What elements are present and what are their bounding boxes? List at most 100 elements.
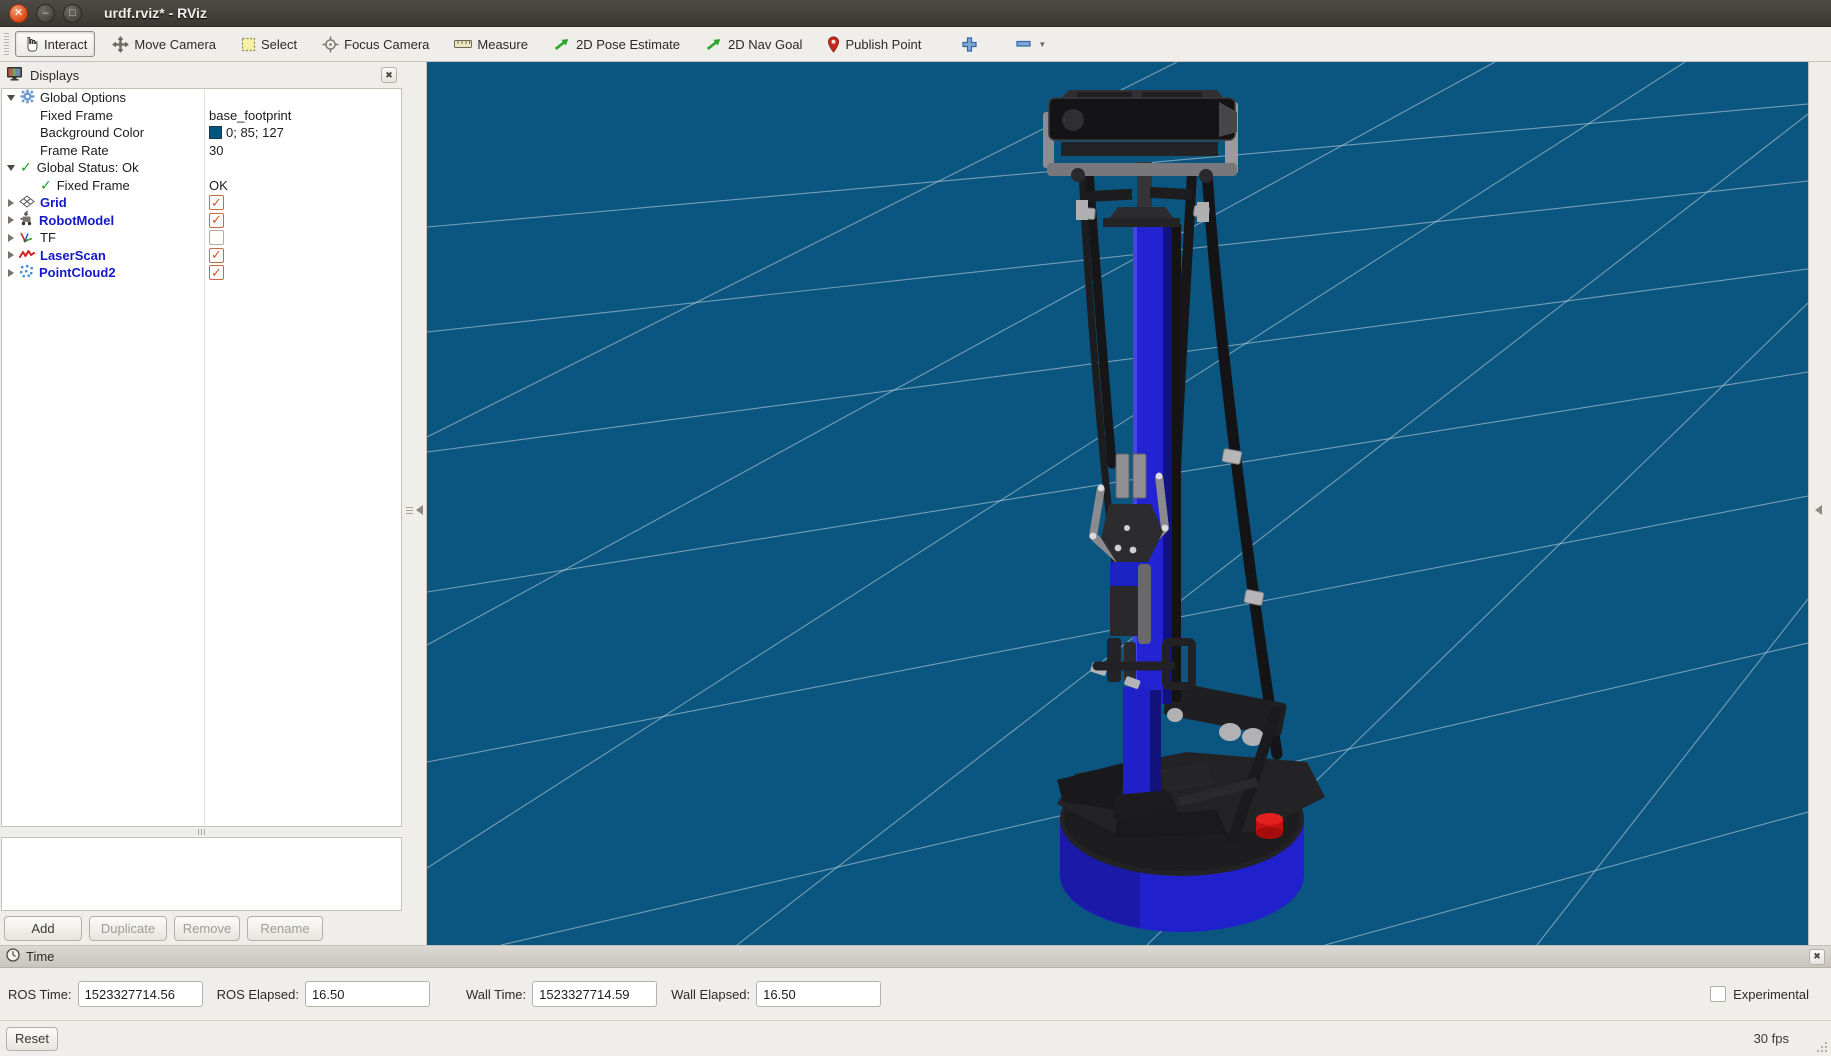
panel-splitter-handle[interactable] bbox=[0, 827, 403, 837]
monitor-icon bbox=[6, 66, 23, 84]
tree-row-fixed-frame-status[interactable]: ✓ Fixed Frame OK bbox=[2, 177, 401, 195]
pointcloud-icon bbox=[19, 264, 34, 281]
window-titlebar: ✕ – □ urdf.rviz* - RViz bbox=[0, 0, 1831, 27]
fixed-frame-status-value: OK bbox=[209, 178, 228, 193]
expander-closed-icon[interactable] bbox=[8, 251, 14, 259]
ros-elapsed-label: ROS Elapsed: bbox=[217, 987, 299, 1002]
fixed-frame-value[interactable]: base_footprint bbox=[209, 108, 291, 123]
experimental-checkbox[interactable] bbox=[1710, 986, 1726, 1002]
expander-open-icon[interactable] bbox=[7, 95, 15, 101]
tree-row-fixed-frame[interactable]: Fixed Frame base_footprint bbox=[2, 107, 401, 125]
displays-button-row: Add Duplicate Remove Rename bbox=[0, 911, 403, 945]
green-arrow-icon bbox=[705, 36, 723, 52]
robot-icon bbox=[19, 211, 34, 229]
toolbar-drag-handle[interactable] bbox=[4, 33, 9, 55]
ros-time-label: ROS Time: bbox=[8, 987, 72, 1002]
check-icon: ✓ bbox=[20, 159, 32, 176]
experimental-label: Experimental bbox=[1733, 987, 1809, 1002]
display-description-box bbox=[1, 837, 402, 911]
robotmodel-checkbox[interactable]: ✓ bbox=[209, 213, 224, 228]
tf-checkbox[interactable] bbox=[209, 230, 224, 245]
resize-grip[interactable] bbox=[1816, 1041, 1828, 1053]
time-panel: Time ✖ ROS Time: ROS Elapsed: Wall Time:… bbox=[0, 945, 1831, 1020]
tool-publish-point-button[interactable]: Publish Point bbox=[819, 31, 929, 58]
window-maximize-icon[interactable]: □ bbox=[63, 4, 82, 23]
pointcloud2-checkbox[interactable]: ✓ bbox=[209, 265, 224, 280]
tool-move-camera-button[interactable]: Move Camera bbox=[104, 31, 224, 58]
grid-checkbox[interactable]: ✓ bbox=[209, 195, 224, 210]
displays-close-icon[interactable]: ✖ bbox=[381, 67, 397, 83]
duplicate-button: Duplicate bbox=[89, 916, 167, 941]
displays-tree: Global Options Fixed Frame base_footprin… bbox=[1, 88, 402, 827]
minus-icon bbox=[1016, 40, 1031, 48]
measure-ruler-icon bbox=[454, 38, 472, 50]
left-panel-collapse-handle[interactable] bbox=[406, 505, 423, 515]
tree-row-laserscan[interactable]: LaserScan ✓ bbox=[2, 247, 401, 265]
displays-panel: Displays ✖ Global Options Fixed Frame ba… bbox=[0, 62, 403, 945]
right-panel-collapse-handle[interactable] bbox=[1815, 505, 1822, 515]
tool-select-button[interactable]: Select bbox=[233, 32, 305, 57]
time-panel-title: Time bbox=[26, 949, 54, 964]
tree-row-tf[interactable]: TF bbox=[2, 229, 401, 247]
reset-button[interactable]: Reset bbox=[6, 1027, 58, 1051]
red-pin-icon bbox=[827, 36, 840, 53]
wall-elapsed-input[interactable] bbox=[756, 981, 881, 1007]
check-icon: ✓ bbox=[40, 177, 52, 194]
robot-base bbox=[1057, 681, 1325, 932]
tf-axes-icon bbox=[19, 229, 35, 247]
tree-row-global-status[interactable]: ✓ Global Status: Ok bbox=[2, 159, 401, 177]
tree-row-robotmodel[interactable]: RobotModel ✓ bbox=[2, 212, 401, 230]
laserscan-checkbox[interactable]: ✓ bbox=[209, 248, 224, 263]
tree-row-background-color[interactable]: Background Color 0; 85; 127 bbox=[2, 124, 401, 142]
window-title: urdf.rviz* - RViz bbox=[104, 5, 207, 21]
window-close-icon[interactable]: ✕ bbox=[9, 4, 28, 23]
expander-closed-icon[interactable] bbox=[8, 269, 14, 277]
tool-interact-button[interactable]: Interact bbox=[15, 31, 95, 57]
wall-time-input[interactable] bbox=[532, 981, 657, 1007]
frame-rate-value[interactable]: 30 bbox=[209, 143, 223, 158]
background-color-value[interactable]: 0; 85; 127 bbox=[209, 125, 284, 140]
tree-row-pointcloud2[interactable]: PointCloud2 ✓ bbox=[2, 264, 401, 282]
fps-counter: 30 fps bbox=[1754, 1031, 1789, 1046]
chevron-down-icon: ▼ bbox=[1038, 40, 1046, 49]
time-panel-close-icon[interactable]: ✖ bbox=[1809, 949, 1825, 965]
gear-icon bbox=[20, 89, 35, 107]
clock-icon bbox=[6, 948, 20, 965]
tool-2d-nav-goal-button[interactable]: 2D Nav Goal bbox=[697, 31, 810, 57]
3d-viewport[interactable] bbox=[427, 62, 1808, 945]
color-swatch bbox=[209, 126, 222, 139]
collapse-left-icon bbox=[416, 505, 423, 515]
collapse-left-icon bbox=[1815, 505, 1822, 515]
time-panel-body: ROS Time: ROS Elapsed: Wall Time: Wall E… bbox=[0, 968, 1831, 1020]
remove-tool-button[interactable]: ▼ bbox=[1008, 35, 1054, 54]
green-arrow-icon bbox=[553, 36, 571, 52]
remove-button: Remove bbox=[174, 916, 240, 941]
tool-measure-button[interactable]: Measure bbox=[446, 32, 536, 57]
add-button[interactable]: Add bbox=[4, 916, 82, 941]
displays-panel-header: Displays ✖ bbox=[0, 62, 403, 88]
tree-row-grid[interactable]: Grid ✓ bbox=[2, 194, 401, 212]
ros-elapsed-input[interactable] bbox=[305, 981, 430, 1007]
expander-open-icon[interactable] bbox=[7, 165, 15, 171]
tool-2d-pose-estimate-button[interactable]: 2D Pose Estimate bbox=[545, 31, 688, 57]
tool-focus-camera-button[interactable]: Focus Camera bbox=[314, 31, 437, 58]
plus-icon bbox=[962, 37, 977, 52]
wall-time-label: Wall Time: bbox=[466, 987, 526, 1002]
right-panel-strip bbox=[1808, 62, 1831, 945]
add-tool-button[interactable] bbox=[954, 32, 985, 57]
select-box-icon bbox=[241, 37, 256, 52]
displays-panel-title: Displays bbox=[30, 68, 79, 83]
ros-time-input[interactable] bbox=[78, 981, 203, 1007]
rename-button: Rename bbox=[247, 916, 323, 941]
expander-closed-icon[interactable] bbox=[8, 234, 14, 242]
window-minimize-icon[interactable]: – bbox=[36, 4, 55, 23]
expander-closed-icon[interactable] bbox=[8, 199, 14, 207]
emergency-stop-button bbox=[1256, 813, 1283, 839]
left-panel-strip bbox=[403, 62, 427, 945]
grid-icon bbox=[19, 195, 35, 211]
time-panel-header: Time ✖ bbox=[0, 946, 1831, 968]
tree-row-frame-rate[interactable]: Frame Rate 30 bbox=[2, 142, 401, 160]
camera-head bbox=[1043, 90, 1238, 227]
tree-row-global-options[interactable]: Global Options bbox=[2, 89, 401, 107]
expander-closed-icon[interactable] bbox=[8, 216, 14, 224]
